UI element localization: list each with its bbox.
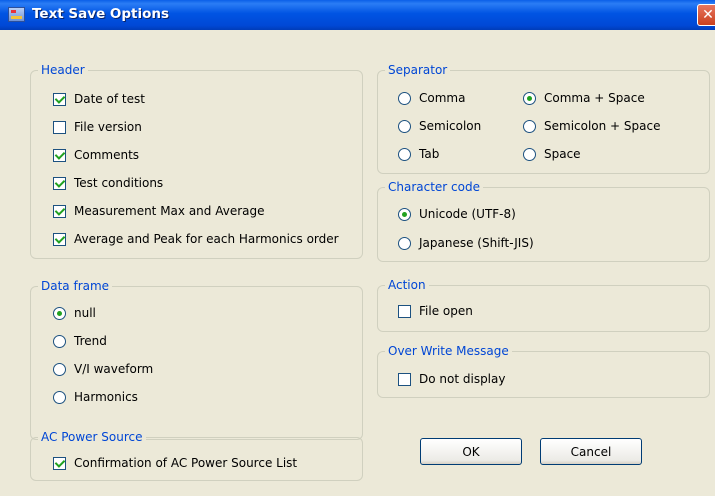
separator-tab-label: Tab (419, 147, 440, 161)
ac-power-source-group-title: AC Power Source (38, 430, 146, 444)
date-of-test-checkbox[interactable] (53, 92, 66, 106)
ac-power-source-group: AC Power Source Confirmation of AC Power… (30, 430, 363, 481)
cancel-button[interactable]: Cancel (540, 438, 642, 465)
separator-space-radio-row[interactable]: Space (523, 146, 581, 162)
do-not-display-checkbox-row[interactable]: Do not display (398, 371, 505, 387)
data-frame-trend-radio[interactable] (53, 334, 66, 348)
harmonics-peak-label: Average and Peak for each Harmonics orde… (74, 232, 339, 246)
separator-semicolon-space-label: Semicolon + Space (544, 119, 661, 133)
data-frame-group: Data frame null Trend V/I waveform Harmo… (30, 279, 363, 440)
data-frame-trend-radio-row[interactable]: Trend (53, 333, 107, 349)
charcode-japanese-label: Japanese (Shift-JIS) (419, 236, 534, 250)
file-open-checkbox-row[interactable]: File open (398, 303, 473, 319)
comments-label: Comments (74, 148, 140, 162)
separator-comma-space-radio-row[interactable]: Comma + Space (523, 90, 645, 106)
data-frame-null-label: null (74, 306, 96, 320)
test-conditions-checkbox-row[interactable]: Test conditions (53, 175, 163, 191)
data-frame-harmonics-radio-row[interactable]: Harmonics (53, 389, 138, 405)
test-conditions-checkbox[interactable] (53, 176, 66, 190)
file-version-label: File version (74, 120, 142, 134)
action-group: Action File open (377, 278, 710, 332)
separator-tab-radio[interactable] (398, 147, 411, 161)
file-version-checkbox[interactable] (53, 120, 66, 134)
character-code-group-title: Character code (385, 180, 483, 194)
separator-comma-label: Comma (419, 91, 466, 105)
separator-semicolon-radio-row[interactable]: Semicolon (398, 118, 481, 134)
separator-semicolon-space-radio[interactable] (523, 119, 536, 133)
charcode-unicode-radio[interactable] (398, 207, 411, 221)
ac-power-confirm-checkbox-row[interactable]: Confirmation of AC Power Source List (53, 455, 297, 471)
ok-button[interactable]: OK (420, 438, 522, 465)
file-open-checkbox[interactable] (398, 304, 411, 318)
title-bar[interactable]: Text Save Options ✕ (0, 0, 715, 30)
window-title: Text Save Options (32, 6, 170, 22)
do-not-display-checkbox[interactable] (398, 372, 411, 386)
close-icon[interactable]: ✕ (697, 4, 715, 26)
data-frame-trend-label: Trend (74, 334, 107, 348)
comments-checkbox-row[interactable]: Comments (53, 147, 139, 163)
data-frame-waveform-radio-row[interactable]: V/I waveform (53, 361, 153, 377)
measurement-max-average-checkbox[interactable] (53, 204, 66, 218)
separator-comma-radio-row[interactable]: Comma (398, 90, 465, 106)
measurement-max-average-label: Measurement Max and Average (74, 204, 265, 218)
file-open-label: File open (419, 304, 473, 318)
harmonics-peak-checkbox-row[interactable]: Average and Peak for each Harmonics orde… (53, 231, 339, 247)
character-code-group: Character code Unicode (UTF-8) Japanese … (377, 180, 710, 262)
separator-tab-radio-row[interactable]: Tab (398, 146, 439, 162)
measurement-max-average-checkbox-row[interactable]: Measurement Max and Average (53, 203, 265, 219)
file-version-checkbox-row[interactable]: File version (53, 119, 142, 135)
data-frame-waveform-radio[interactable] (53, 362, 66, 376)
separator-semicolon-label: Semicolon (419, 119, 482, 133)
over-write-message-group-title: Over Write Message (385, 344, 512, 358)
app-icon (8, 7, 25, 22)
text-save-options-dialog: Text Save Options ✕ Header Date of test … (0, 0, 715, 496)
charcode-japanese-radio-row[interactable]: Japanese (Shift-JIS) (398, 235, 534, 251)
header-group: Header Date of test File version Comment… (30, 63, 363, 259)
ac-power-confirm-checkbox[interactable] (53, 456, 66, 470)
separator-group: Separator Comma Comma + Space Semicolon … (377, 63, 710, 174)
data-frame-null-radio[interactable] (53, 306, 66, 320)
separator-comma-space-radio[interactable] (523, 91, 536, 105)
charcode-unicode-radio-row[interactable]: Unicode (UTF-8) (398, 206, 516, 222)
data-frame-null-radio-row[interactable]: null (53, 305, 96, 321)
date-of-test-label: Date of test (74, 92, 145, 106)
action-group-title: Action (385, 278, 429, 292)
separator-space-radio[interactable] (523, 147, 536, 161)
harmonics-peak-checkbox[interactable] (53, 232, 66, 246)
separator-comma-space-label: Comma + Space (544, 91, 645, 105)
data-frame-group-title: Data frame (38, 279, 113, 293)
date-of-test-checkbox-row[interactable]: Date of test (53, 91, 145, 107)
separator-group-title: Separator (385, 63, 451, 77)
over-write-message-group: Over Write Message Do not display (377, 344, 710, 398)
header-group-title: Header (38, 63, 88, 77)
ac-power-confirm-label: Confirmation of AC Power Source List (74, 456, 298, 470)
data-frame-harmonics-radio[interactable] (53, 390, 66, 404)
dialog-body: Header Date of test File version Comment… (0, 30, 715, 496)
charcode-unicode-label: Unicode (UTF-8) (419, 207, 516, 221)
separator-comma-radio[interactable] (398, 91, 411, 105)
separator-space-label: Space (544, 147, 581, 161)
data-frame-harmonics-label: Harmonics (74, 390, 138, 404)
comments-checkbox[interactable] (53, 148, 66, 162)
do-not-display-label: Do not display (419, 372, 506, 386)
test-conditions-label: Test conditions (74, 176, 164, 190)
separator-semicolon-space-radio-row[interactable]: Semicolon + Space (523, 118, 661, 134)
charcode-japanese-radio[interactable] (398, 236, 411, 250)
separator-semicolon-radio[interactable] (398, 119, 411, 133)
data-frame-waveform-label: V/I waveform (74, 362, 154, 376)
